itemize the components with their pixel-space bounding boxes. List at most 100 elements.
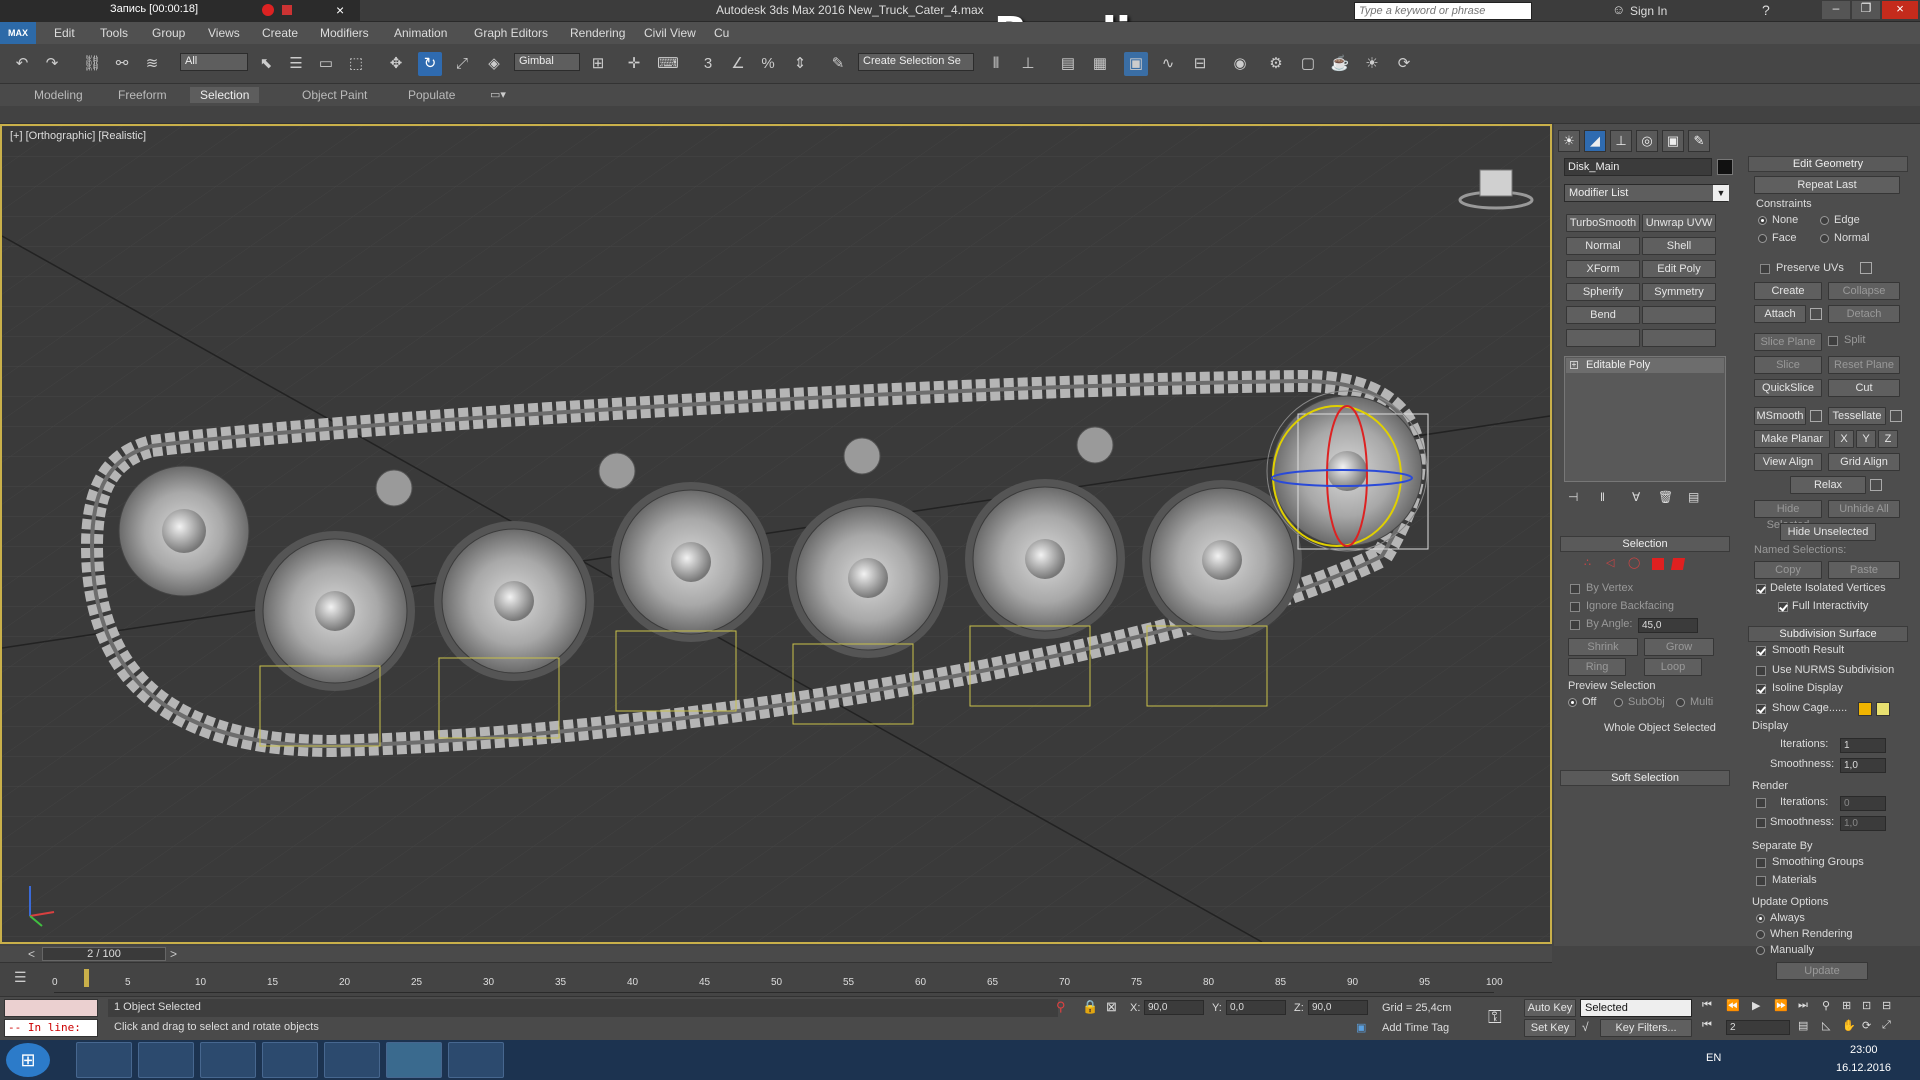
- by-angle-checkbox[interactable]: [1570, 620, 1580, 630]
- preserve-uvs-settings-icon[interactable]: [1860, 262, 1872, 274]
- render-iterations-checkbox[interactable]: [1756, 798, 1766, 808]
- relax-button[interactable]: Relax: [1790, 476, 1866, 494]
- menu-create[interactable]: Create: [262, 26, 298, 40]
- lock-selection-icon[interactable]: 🔒: [1082, 999, 1098, 1015]
- edit-named-sets-icon[interactable]: ✎: [826, 52, 850, 76]
- menu-graph-editors[interactable]: Graph Editors: [474, 26, 548, 40]
- time-slider-thumb[interactable]: 2 / 100: [42, 947, 166, 961]
- object-color-swatch[interactable]: [1717, 159, 1733, 175]
- search-input[interactable]: [1354, 2, 1532, 20]
- planar-x-button[interactable]: X: [1834, 430, 1854, 448]
- minimize-icon[interactable]: –: [1822, 1, 1850, 19]
- slice-plane-button[interactable]: Slice Plane: [1754, 333, 1822, 351]
- display-smoothness-spinner[interactable]: 1,0: [1840, 758, 1886, 773]
- render-production-icon[interactable]: ☀: [1360, 52, 1384, 76]
- idler-wheel[interactable]: [118, 465, 250, 597]
- tab-selection[interactable]: Selection: [190, 87, 260, 103]
- unlink-icon[interactable]: ⚯: [110, 52, 134, 76]
- ring-button[interactable]: Ring: [1568, 658, 1626, 676]
- zoom-icon[interactable]: ⚲: [1822, 999, 1830, 1012]
- maxscript-listener-input[interactable]: -- In line:: [4, 1019, 98, 1037]
- msmooth-settings-icon[interactable]: [1810, 410, 1822, 422]
- select-by-name-icon[interactable]: ☰: [284, 52, 308, 76]
- track-bar[interactable]: ☰ 0 5 10 15 20 25 30 35 40 45 50 55 60 6…: [0, 962, 1552, 996]
- cage-color-swatch-1[interactable]: [1858, 702, 1872, 716]
- delete-isolated-checkbox[interactable]: [1756, 584, 1766, 594]
- mod-empty-button-1[interactable]: [1642, 306, 1716, 324]
- absolute-mode-icon[interactable]: ⊠: [1106, 999, 1117, 1015]
- start-button-icon[interactable]: ⊞: [6, 1043, 50, 1077]
- selection-filter-dropdown[interactable]: All: [180, 53, 248, 71]
- add-time-tag-button[interactable]: Add Time Tag: [1382, 1022, 1449, 1034]
- menu-views[interactable]: Views: [208, 26, 240, 40]
- mod-xform-button[interactable]: XForm: [1566, 260, 1640, 278]
- selection-rollout-header[interactable]: Selection: [1560, 536, 1730, 552]
- display-tab-icon[interactable]: ▣: [1662, 130, 1684, 152]
- menu-group[interactable]: Group: [152, 26, 185, 40]
- modify-tab-icon[interactable]: ◢: [1584, 130, 1606, 152]
- subdivision-rollout-header[interactable]: Subdivision Surface: [1748, 626, 1908, 642]
- mod-shell-button[interactable]: Shell: [1642, 237, 1716, 255]
- key-filters-button[interactable]: Key Filters...: [1600, 1019, 1692, 1037]
- make-planar-button[interactable]: Make Planar: [1754, 430, 1830, 448]
- maxscript-listener-top[interactable]: [4, 999, 98, 1017]
- current-frame-marker[interactable]: [84, 969, 89, 987]
- by-angle-spinner[interactable]: 45,0: [1638, 618, 1698, 633]
- full-interactivity-checkbox[interactable]: [1778, 602, 1788, 612]
- constraint-face-radio[interactable]: [1758, 234, 1767, 243]
- show-end-result-icon[interactable]: ‖: [1600, 490, 1605, 504]
- play-icon[interactable]: ▶: [1752, 999, 1760, 1012]
- field-of-view-icon[interactable]: ◺: [1822, 1019, 1830, 1032]
- angle-snap-icon[interactable]: ∠: [726, 52, 750, 76]
- tessellate-settings-icon[interactable]: [1890, 410, 1902, 422]
- shrink-button[interactable]: Shrink: [1568, 638, 1638, 656]
- update-always-radio[interactable]: [1756, 914, 1765, 923]
- grid-align-button[interactable]: Grid Align: [1828, 453, 1900, 471]
- mod-edit-poly-button[interactable]: Edit Poly: [1642, 260, 1716, 278]
- align-icon[interactable]: ⊥: [1016, 52, 1040, 76]
- percent-snap-icon[interactable]: %: [756, 52, 780, 76]
- modifier-stack[interactable]: + Editable Poly: [1564, 356, 1726, 482]
- remove-modifier-icon[interactable]: 🗑: [1658, 490, 1673, 504]
- polygon-mode-icon[interactable]: [1652, 558, 1664, 570]
- tab-freeform[interactable]: Freeform: [108, 87, 177, 103]
- auto-key-button[interactable]: Auto Key: [1524, 999, 1576, 1017]
- pin-stack-icon[interactable]: ⊣: [1568, 490, 1578, 504]
- ignore-backfacing-checkbox[interactable]: [1570, 602, 1580, 612]
- modifier-list-dropdown[interactable]: Modifier List: [1564, 184, 1728, 202]
- cage-color-swatch-2[interactable]: [1876, 702, 1890, 716]
- rotate-icon[interactable]: ↻: [418, 52, 442, 76]
- constraint-none-radio[interactable]: [1758, 216, 1767, 225]
- help-icon[interactable]: ?: [1762, 2, 1770, 18]
- show-cage-checkbox[interactable]: [1756, 704, 1766, 714]
- use-nurms-checkbox[interactable]: [1756, 666, 1766, 676]
- sign-in-link[interactable]: Sign In: [1630, 4, 1667, 18]
- key-mode-dropdown[interactable]: Selected: [1580, 999, 1692, 1017]
- materials-checkbox[interactable]: [1756, 876, 1766, 886]
- keyboard-shortcut-icon[interactable]: ⌨: [656, 52, 680, 76]
- menu-edit[interactable]: Edit: [54, 26, 75, 40]
- planar-y-button[interactable]: Y: [1856, 430, 1876, 448]
- time-tag-icon[interactable]: ▣: [1356, 1021, 1366, 1034]
- slice-button[interactable]: Slice: [1754, 356, 1822, 374]
- zoom-extents-all-icon[interactable]: ⊟: [1882, 999, 1891, 1012]
- app-icon[interactable]: [324, 1042, 380, 1078]
- clock-date[interactable]: 16.12.2016: [1836, 1062, 1891, 1074]
- zoom-all-icon[interactable]: ⊞: [1842, 999, 1851, 1012]
- isoline-display-checkbox[interactable]: [1756, 684, 1766, 694]
- set-key-button[interactable]: Set Key: [1524, 1019, 1576, 1037]
- stack-item-editable-poly[interactable]: + Editable Poly: [1566, 358, 1724, 373]
- cut-button[interactable]: Cut: [1828, 379, 1900, 397]
- undo-icon[interactable]: ↶: [10, 52, 34, 76]
- set-key-icon[interactable]: √: [1582, 1020, 1589, 1034]
- split-checkbox[interactable]: [1828, 336, 1838, 346]
- explorer-icon[interactable]: [200, 1042, 256, 1078]
- collapse-button[interactable]: Collapse: [1828, 282, 1900, 300]
- schematic-view-icon[interactable]: ⊟: [1188, 52, 1212, 76]
- viewport-orthographic[interactable]: [+] [Orthographic] [Realistic]: [0, 124, 1552, 944]
- place-icon[interactable]: ◈: [482, 52, 506, 76]
- mini-curve-editor-icon[interactable]: ☰: [14, 969, 27, 986]
- orbit-icon[interactable]: ⟳: [1862, 1019, 1871, 1032]
- redo-icon[interactable]: ↷: [40, 52, 64, 76]
- record-icon[interactable]: [262, 4, 274, 16]
